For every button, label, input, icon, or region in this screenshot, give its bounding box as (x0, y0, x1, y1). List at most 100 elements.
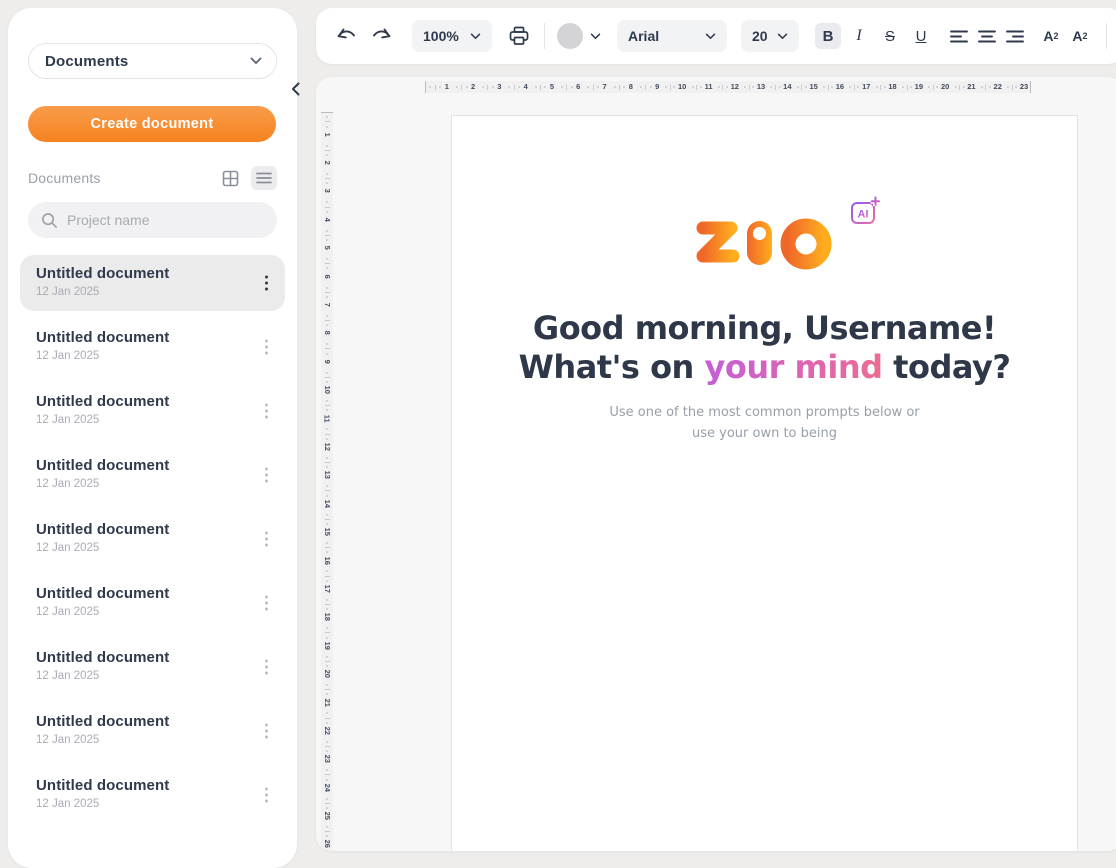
document-date: 12 Jan 2025 (36, 734, 251, 746)
greeting-line2-prefix: What's on (519, 348, 705, 386)
document-menu-button[interactable] (261, 400, 272, 423)
document-page[interactable]: AI Good morning, Username! What's on you… (451, 115, 1078, 851)
document-title: Untitled document (36, 585, 251, 602)
document-title: Untitled document (36, 265, 251, 282)
document-list-item[interactable]: Untitled document 12 Jan 2025 (20, 255, 285, 311)
document-list: Untitled document 12 Jan 2025 Untitled d… (20, 255, 285, 823)
italic-button[interactable]: I (846, 23, 872, 49)
document-list-item[interactable]: Untitled document 12 Jan 2025 (20, 639, 285, 695)
superscript-mark: 2 (1054, 31, 1059, 41)
document-title: Untitled document (36, 393, 251, 410)
toolbar-divider (544, 23, 545, 49)
greeting-heading: Good morning, Username! What's on your m… (452, 309, 1077, 387)
underline-button[interactable]: U (908, 23, 934, 49)
print-button[interactable] (506, 23, 532, 49)
document-menu-button[interactable] (261, 656, 272, 679)
chevron-down-icon (777, 33, 788, 40)
document-list-item[interactable]: Untitled document 12 Jan 2025 (20, 703, 285, 759)
align-right-button[interactable] (1002, 23, 1028, 49)
redo-icon (370, 27, 392, 45)
document-menu-button[interactable] (261, 464, 272, 487)
print-icon (508, 25, 530, 47)
font-family-value: Arial (628, 28, 659, 44)
document-title: Untitled document (36, 521, 251, 538)
document-date: 12 Jan 2025 (36, 478, 251, 490)
document-date: 12 Jan 2025 (36, 414, 251, 426)
document-menu-button[interactable] (261, 336, 272, 359)
document-list-item[interactable]: Untitled document 12 Jan 2025 (20, 511, 285, 567)
document-menu-button[interactable] (261, 528, 272, 551)
subscript-mark: 2 (1083, 31, 1088, 41)
subscript-label: A (1072, 28, 1082, 44)
create-document-button[interactable]: Create document (28, 106, 276, 142)
document-date: 12 Jan 2025 (36, 606, 251, 618)
document-title: Untitled document (36, 457, 251, 474)
document-menu-button[interactable] (261, 592, 272, 615)
document-area: 1234567891011121314151617181920212223 12… (316, 77, 1116, 851)
chevron-down-icon (705, 33, 716, 40)
align-left-button[interactable] (946, 23, 972, 49)
collection-select-label: Documents (45, 53, 128, 70)
zoom-select[interactable]: 100% (412, 20, 492, 52)
zio-logo (690, 211, 840, 273)
redo-button[interactable] (368, 23, 394, 49)
horizontal-ruler: 1234567891011121314151617181920212223 (425, 81, 1031, 93)
document-date: 12 Jan 2025 (36, 542, 251, 554)
align-left-icon (949, 29, 969, 44)
undo-button[interactable] (334, 23, 360, 49)
color-swatch (557, 23, 583, 49)
document-list-title: Documents (28, 170, 209, 186)
document-list-item[interactable]: Untitled document 12 Jan 2025 (20, 575, 285, 631)
align-center-button[interactable] (974, 23, 1000, 49)
align-center-icon (977, 29, 997, 44)
document-list-item[interactable]: Untitled document 12 Jan 2025 (20, 319, 285, 375)
subtitle-line1: Use one of the most common prompts below… (609, 405, 919, 420)
font-size-value: 20 (752, 28, 768, 44)
document-date: 12 Jan 2025 (36, 798, 251, 810)
chevron-down-icon (250, 57, 262, 65)
bold-button[interactable]: B (815, 23, 841, 49)
document-list-item[interactable]: Untitled document 12 Jan 2025 (20, 767, 285, 823)
collection-select[interactable]: Documents (28, 43, 277, 79)
font-size-select[interactable]: 20 (741, 20, 799, 52)
document-date: 12 Jan 2025 (36, 670, 251, 682)
greeting-subtitle: Use one of the most common prompts below… (452, 403, 1077, 445)
align-right-icon (1005, 29, 1025, 44)
document-menu-button[interactable] (261, 784, 272, 807)
chevron-left-icon (289, 81, 303, 97)
document-list-item[interactable]: Untitled document 12 Jan 2025 (20, 447, 285, 503)
search-box (28, 202, 277, 238)
list-view-button[interactable] (251, 166, 277, 190)
toolbar-divider (1106, 23, 1107, 49)
search-icon (41, 212, 58, 229)
text-color-picker[interactable] (557, 23, 601, 49)
document-title: Untitled document (36, 649, 251, 666)
font-family-select[interactable]: Arial (617, 20, 727, 52)
sidebar-collapse-button[interactable] (285, 79, 307, 101)
chevron-down-icon (470, 33, 481, 40)
superscript-button[interactable]: A2 (1038, 23, 1064, 49)
document-menu-button[interactable] (261, 720, 272, 743)
subtitle-line2: use your own to being (692, 426, 837, 441)
toolbar: 100% Arial 20 B I S U (316, 8, 1116, 64)
strikethrough-button[interactable]: S (877, 23, 903, 49)
grid-view-button[interactable] (217, 166, 243, 190)
greeting-highlight: your mind (704, 348, 882, 386)
document-date: 12 Jan 2025 (36, 350, 251, 362)
document-list-header: Documents (28, 166, 277, 190)
search-input[interactable] (67, 212, 264, 228)
document-title: Untitled document (36, 713, 251, 730)
ai-badge-label: AI (857, 209, 868, 221)
document-title: Untitled document (36, 329, 251, 346)
chevron-down-icon (590, 33, 601, 40)
ai-badge: AI (848, 195, 882, 227)
document-list-item[interactable]: Untitled document 12 Jan 2025 (20, 383, 285, 439)
sidebar: Documents Create document Documents Unti… (8, 8, 297, 868)
document-menu-button[interactable] (261, 272, 272, 295)
list-view-icon (256, 172, 272, 184)
superscript-label: A (1043, 28, 1053, 44)
logo-block: AI (690, 211, 840, 273)
subscript-button[interactable]: A2 (1067, 23, 1093, 49)
undo-icon (336, 27, 358, 45)
vertical-ruler: 1234567891011121314151617181920212223242… (321, 112, 333, 851)
